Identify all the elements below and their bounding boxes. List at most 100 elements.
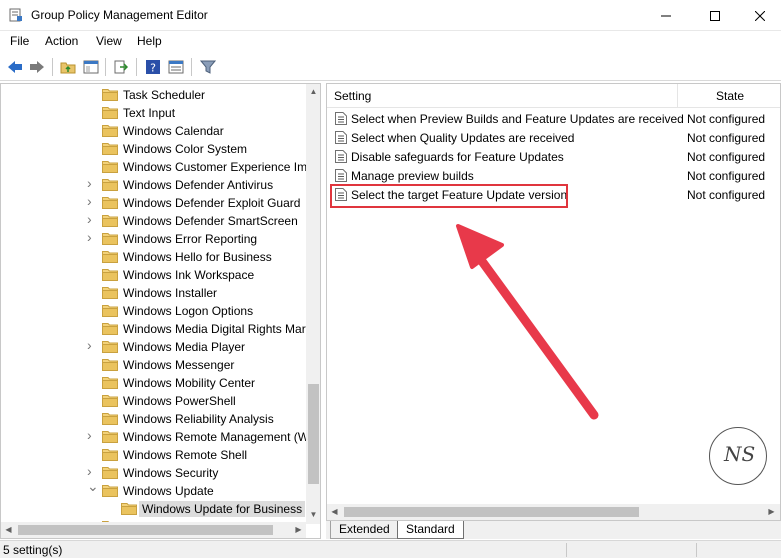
tree-item[interactable]: ⌄ Windows Update — [1, 479, 306, 500]
policy-setting-icon — [335, 112, 347, 125]
policy-setting-state: Not configured — [687, 188, 766, 202]
tree-pane[interactable]: Task Scheduler Text Input Windows Calendar… — [0, 83, 321, 539]
menu-help[interactable]: Help — [137, 34, 162, 48]
folder-icon — [102, 340, 118, 353]
tree-item[interactable]: › Windows Error Reporting — [1, 230, 306, 248]
scrollbar-thumb[interactable] — [18, 525, 273, 535]
folder-icon — [102, 322, 118, 335]
column-header-setting[interactable]: Setting — [327, 84, 678, 108]
status-text: 5 setting(s) — [3, 543, 63, 557]
policy-setting-state: Not configured — [687, 131, 766, 145]
chevron-right-icon[interactable]: › — [87, 338, 97, 352]
scrollbar-thumb[interactable] — [344, 507, 639, 517]
tree-item[interactable]: Windows Hello for Business — [1, 248, 306, 266]
tree-item[interactable]: › Windows Remote Management (W — [1, 428, 309, 446]
policy-setting-state: Not configured — [687, 150, 766, 164]
scroll-up-icon[interactable]: ▲ — [306, 84, 320, 99]
policy-setting-name: Manage preview builds — [351, 169, 474, 183]
folder-icon — [102, 250, 118, 263]
tree-item[interactable]: › Windows Defender Antivirus — [1, 176, 306, 194]
scroll-left-icon[interactable]: ◀ — [327, 504, 342, 520]
tree-item-label: Windows Media Digital Rights Mar — [123, 322, 306, 336]
tree-item[interactable]: Windows Reliability Analysis — [1, 410, 306, 428]
policy-row[interactable]: Select when Preview Builds and Feature U… — [327, 109, 780, 128]
tree-item[interactable]: Text Input — [1, 104, 306, 122]
tree-item[interactable]: Windows Color System — [1, 140, 306, 158]
tree-item[interactable]: Windows Messenger — [1, 356, 306, 374]
tree-item[interactable]: › Windows Security — [1, 464, 306, 482]
menu-bar: File Action View Help — [0, 31, 781, 52]
chevron-down-icon[interactable]: ⌄ — [87, 479, 99, 493]
folder-icon — [102, 466, 118, 479]
tree-item[interactable]: Windows PowerShell — [1, 392, 306, 410]
policy-row[interactable]: Manage preview builds Not configured — [327, 166, 780, 185]
tree-item[interactable]: › Windows Media Player — [1, 338, 306, 356]
tree-horizontal-scrollbar[interactable]: ◀ ▶ — [1, 522, 306, 538]
scroll-right-icon[interactable]: ▶ — [291, 522, 306, 538]
chevron-right-icon[interactable]: › — [87, 230, 97, 244]
tab-extended[interactable]: Extended — [330, 521, 399, 539]
policy-setting-icon — [335, 150, 347, 163]
back-button[interactable] — [5, 57, 25, 77]
scroll-right-icon[interactable]: ▶ — [764, 504, 779, 520]
title-bar: Group Policy Management Editor — [0, 0, 781, 31]
tree-item-label: Windows Customer Experience Imp — [123, 160, 314, 174]
policy-setting-state: Not configured — [687, 112, 766, 126]
help-icon: ? — [146, 60, 160, 75]
tree-item-label: Text Input — [123, 106, 176, 120]
forward-button[interactable] — [27, 57, 47, 77]
tree-item-label: Task Scheduler — [123, 88, 206, 102]
scroll-left-icon[interactable]: ◀ — [1, 522, 16, 538]
tree-item[interactable]: Windows Mobility Center — [1, 374, 306, 392]
tree-item[interactable]: Windows Logon Options — [1, 302, 306, 320]
close-icon — [755, 10, 765, 21]
status-bar: 5 setting(s) — [0, 540, 781, 558]
tree-item[interactable]: Windows Media Digital Rights Mar — [1, 320, 306, 338]
view-tabs: Extended Standard — [326, 521, 781, 539]
scroll-down-icon[interactable]: ▼ — [306, 507, 320, 522]
policy-row[interactable]: Disable safeguards for Feature Updates No… — [327, 147, 780, 166]
folder-icon — [102, 178, 118, 191]
menu-file[interactable]: File — [10, 34, 29, 48]
list-horizontal-scrollbar[interactable]: ◀ ▶ — [327, 504, 780, 520]
tree-item[interactable]: Task Scheduler — [1, 86, 306, 104]
tree-item-label: Windows Error Reporting — [123, 232, 258, 246]
tree-item[interactable]: Windows Calendar — [1, 122, 306, 140]
folder-icon — [102, 196, 118, 209]
chevron-right-icon[interactable]: › — [87, 464, 97, 478]
tree-item-label: Windows Hello for Business — [123, 250, 272, 264]
tab-standard[interactable]: Standard — [397, 521, 464, 539]
chevron-right-icon[interactable]: › — [87, 428, 97, 442]
chevron-right-icon[interactable]: › — [87, 194, 97, 208]
show-tree-button[interactable] — [81, 57, 101, 77]
menu-view[interactable]: View — [96, 34, 122, 48]
tree-vertical-scrollbar[interactable]: ▲ ▼ — [306, 84, 320, 524]
help-button[interactable]: ? — [143, 57, 163, 77]
scrollbar-thumb[interactable] — [308, 384, 319, 484]
chevron-right-icon[interactable]: › — [87, 176, 97, 190]
tree-item[interactable]: Windows Installer — [1, 284, 306, 302]
policy-row[interactable]: Select when Quality Updates are received… — [327, 128, 780, 147]
maximize-button[interactable] — [692, 0, 738, 31]
tree-item-label: Windows Media Player — [123, 340, 246, 354]
properties-button[interactable] — [166, 57, 186, 77]
tree-item[interactable]: Windows Ink Workspace — [1, 266, 306, 284]
chevron-right-icon[interactable]: › — [87, 212, 97, 226]
properties-icon — [168, 60, 184, 74]
export-button[interactable] — [111, 57, 131, 77]
filter-button[interactable] — [198, 57, 218, 77]
tree-item[interactable]: Windows Customer Experience Imp — [1, 158, 314, 176]
tree-item[interactable]: Windows Remote Shell — [1, 446, 306, 464]
tree-item[interactable]: Windows Update for Business — [1, 500, 306, 518]
policy-setting-state: Not configured — [687, 169, 766, 183]
minimize-button[interactable] — [643, 0, 689, 31]
menu-action[interactable]: Action — [45, 34, 78, 48]
tree-item[interactable]: › Windows Defender Exploit Guard — [1, 194, 306, 212]
folder-icon — [102, 286, 118, 299]
column-header-state[interactable]: State — [678, 84, 780, 108]
highlight-box — [330, 184, 568, 208]
close-button[interactable] — [737, 0, 781, 31]
up-folder-button[interactable] — [58, 57, 78, 77]
toolbar: ? — [0, 53, 781, 81]
tree-item[interactable]: › Windows Defender SmartScreen — [1, 212, 306, 230]
